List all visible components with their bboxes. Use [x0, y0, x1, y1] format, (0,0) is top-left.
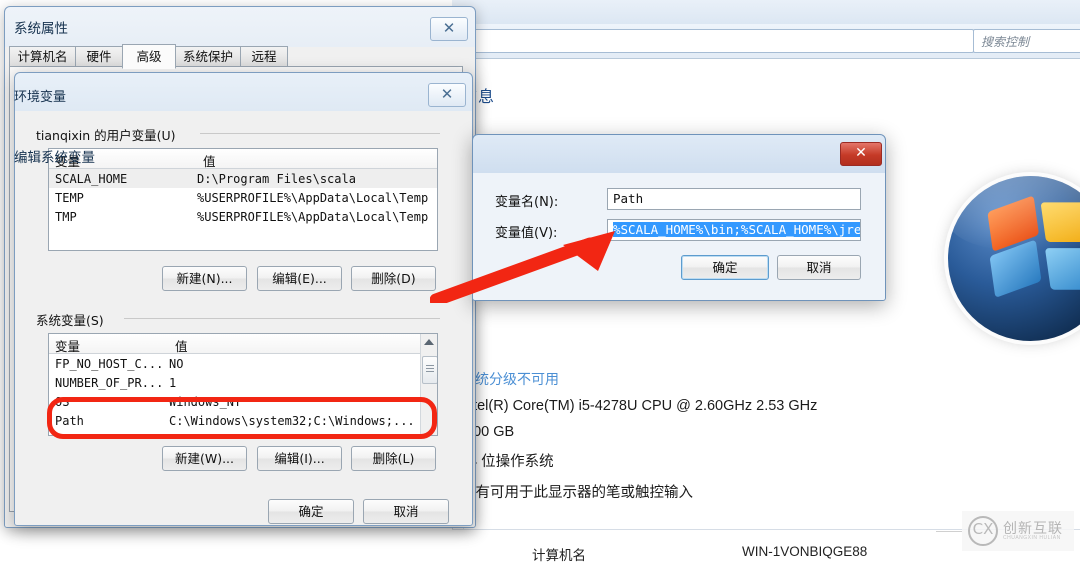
- tab-advanced[interactable]: 高级: [122, 44, 176, 69]
- variable-value: C:\Windows\system32;C:\Windows;...: [169, 413, 415, 428]
- list-item[interactable]: NUMBER_OF_PR... 1: [49, 373, 437, 392]
- system-new-button[interactable]: 新建(W)...: [162, 446, 247, 471]
- memory-value: 2.00 GB: [461, 424, 515, 440]
- edit-cancel-button[interactable]: 取消: [777, 255, 861, 280]
- column-header-value[interactable]: 值: [197, 149, 435, 169]
- tab-hardware[interactable]: 硬件: [75, 46, 123, 67]
- variable-name-label: 变量名(N):: [495, 195, 559, 210]
- user-delete-button[interactable]: 删除(D): [351, 266, 436, 291]
- variable-name: TEMP: [55, 190, 84, 205]
- user-edit-button[interactable]: 编辑(E)...: [257, 266, 342, 291]
- close-icon[interactable]: ✕: [428, 83, 466, 107]
- search-placeholder: 搜索控制: [981, 35, 1030, 49]
- variable-value: .COM;.EXE;.BAT;.CMD;.VBS;.VBE: [169, 433, 419, 436]
- variable-name: NUMBER_OF_PR...: [55, 375, 164, 390]
- user-new-button[interactable]: 新建(N)...: [162, 266, 247, 291]
- variable-value: 1: [169, 375, 177, 390]
- address-input[interactable]: [442, 29, 974, 53]
- watermark-subtext: CHUANGXIN HULIAN: [1003, 535, 1061, 541]
- variable-value-input[interactable]: %SCALA_HOME%\bin;%SCALA_HOME%\jre\b: [607, 219, 861, 241]
- variable-value: NO: [169, 356, 184, 371]
- env-ok-button[interactable]: 确定: [268, 499, 354, 524]
- system-edit-button[interactable]: 编辑(I)...: [257, 446, 342, 471]
- variable-name: Path: [55, 413, 84, 428]
- watermark: CX 创新互联 CHUANGXIN HULIAN: [962, 511, 1074, 551]
- variable-name: FP_NO_HOST_C...: [55, 356, 164, 371]
- list-item[interactable]: OS Windows_NT: [49, 392, 437, 411]
- user-variables-list-header: 变量 值: [49, 149, 437, 169]
- env-cancel-button[interactable]: 取消: [363, 499, 449, 524]
- system-variables-list-header: 变量 值: [49, 334, 437, 354]
- close-icon[interactable]: ✕: [430, 17, 468, 41]
- variable-name: PATHEXT: [49, 433, 169, 436]
- system-variables-group-label: 系统变量(S): [36, 310, 110, 329]
- variable-value: %USERPROFILE%\AppData\Local\Temp: [197, 190, 429, 205]
- list-item[interactable]: TMP %USERPROFILE%\AppData\Local\Temp: [49, 207, 437, 226]
- watermark-rule: [936, 531, 962, 532]
- system-delete-button[interactable]: 删除(L): [351, 446, 436, 471]
- close-icon[interactable]: ✕: [840, 142, 882, 166]
- watermark-text: 创新互联: [1003, 520, 1063, 536]
- list-item[interactable]: TEMP %USERPROFILE%\AppData\Local\Temp: [49, 188, 437, 207]
- list-item[interactable]: SCALA_HOME D:\Program Files\scala: [49, 169, 437, 188]
- selected-text: %SCALA_HOME%\bin;%SCALA_HOME%\jre\b: [613, 222, 860, 237]
- address-bar: 搜索控制: [442, 24, 1080, 59]
- tab-remote[interactable]: 远程: [240, 46, 288, 67]
- environment-variables-title: 环境变量: [14, 89, 67, 104]
- system-properties-tabs: 计算机名 硬件 高级 系统保护 远程: [9, 44, 461, 69]
- watermark-logo-icon: CX: [968, 516, 998, 546]
- system-type-value: 64 位操作系统: [461, 454, 554, 470]
- user-variables-group-label: tianqixin 的用户变量(U): [36, 125, 182, 144]
- list-item[interactable]: PATHEXT .COM;.EXE;.BAT;.CMD;.VBS;.VBE: [49, 430, 437, 436]
- system-properties-title: 系统属性: [14, 21, 68, 36]
- edit-ok-button[interactable]: 确定: [681, 255, 769, 280]
- list-item[interactable]: FP_NO_HOST_C... NO: [49, 354, 437, 373]
- scrollbar-thumb[interactable]: [422, 356, 437, 384]
- control-panel-toolbar: [452, 0, 1080, 24]
- system-variables-list[interactable]: 变量 值 FP_NO_HOST_C... NO NUMBER_OF_PR... …: [48, 333, 438, 436]
- system-information-block: 系统分级不可用 Intel(R) Core(TM) i5-4278U CPU @…: [461, 369, 931, 512]
- edit-system-variable-title: 编辑系统变量: [14, 150, 95, 165]
- tab-system-protection[interactable]: 系统保护: [175, 46, 241, 67]
- search-input[interactable]: 搜索控制: [973, 29, 1080, 53]
- vertical-scrollbar[interactable]: [420, 334, 437, 435]
- variable-value-label: 变量值(V):: [495, 226, 558, 241]
- processor-value: Intel(R) Core(TM) i5-4278U CPU @ 2.60GHz…: [461, 398, 818, 414]
- variable-value: Windows_NT: [169, 394, 242, 409]
- user-variables-list[interactable]: 变量 值 SCALA_HOME D:\Program Files\scala T…: [48, 148, 438, 251]
- variable-name: SCALA_HOME: [55, 171, 128, 186]
- variable-value: %USERPROFILE%\AppData\Local\Temp: [197, 209, 429, 224]
- variable-name-input[interactable]: Path: [607, 188, 861, 210]
- system-rating[interactable]: 系统分级不可用: [461, 369, 931, 389]
- column-header-variable[interactable]: 变量: [49, 334, 169, 354]
- variable-name: TMP: [55, 209, 77, 224]
- scroll-up-icon[interactable]: [424, 339, 434, 345]
- computer-name-label: 计算机名: [532, 548, 586, 563]
- variable-name: OS: [55, 394, 70, 409]
- tab-computer-name[interactable]: 计算机名: [9, 46, 76, 67]
- pen-touch-value: 没有可用于此显示器的笔或触控输入: [461, 485, 693, 501]
- variable-value: D:\Program Files\scala: [197, 171, 356, 186]
- column-header-value[interactable]: 值: [169, 334, 419, 354]
- list-item[interactable]: Path C:\Windows\system32;C:\Windows;...: [49, 411, 437, 430]
